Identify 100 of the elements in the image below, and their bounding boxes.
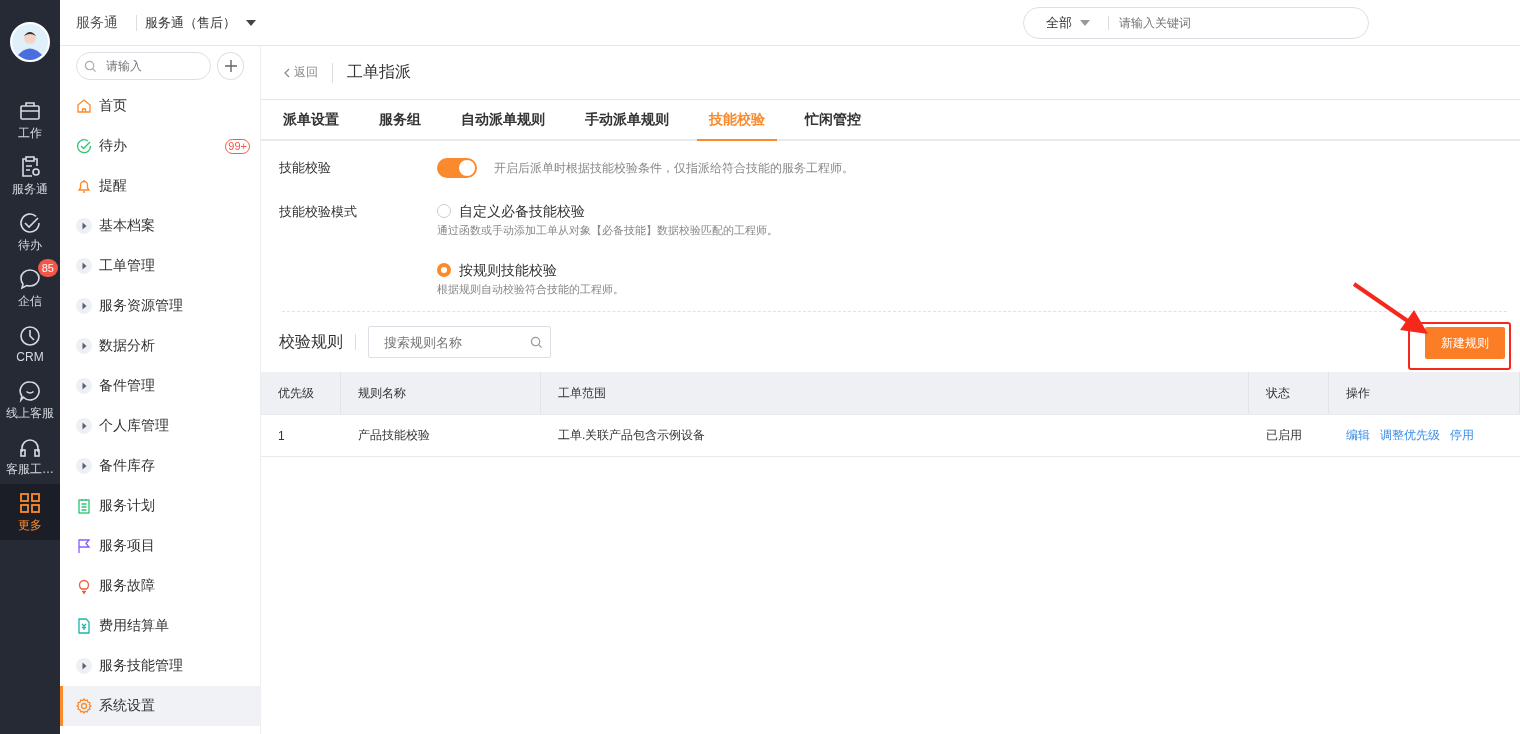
chevron-left-icon: [284, 67, 290, 78]
search-icon: [84, 60, 97, 73]
option-description: 根据规则自动校验符合技能的工程师。: [437, 282, 625, 297]
menu-label: 服务故障: [99, 577, 155, 595]
home-icon: [76, 98, 92, 114]
column-header: 规则名称: [341, 372, 541, 414]
rail-label: 更多: [18, 516, 42, 534]
checklist-icon: [76, 498, 92, 514]
field-label: 技能校验: [279, 159, 332, 177]
app-title: 服务通: [76, 13, 118, 32]
menu-item[interactable]: 数据分析: [60, 326, 260, 366]
rail-item[interactable]: 工作: [0, 92, 60, 148]
column-header: 优先级: [261, 372, 341, 414]
table-cell-text: 已启用: [1265, 427, 1303, 444]
option-label: 自定义必备技能校验: [459, 202, 585, 221]
rail-label: 企信: [18, 292, 42, 310]
count-badge: 99+: [225, 138, 250, 154]
clock-icon: [18, 324, 42, 348]
action-link[interactable]: 调整优先级: [1380, 427, 1440, 444]
rail-label: 客服工…: [6, 460, 54, 478]
menu-label: 服务计划: [99, 497, 155, 515]
rail-item[interactable]: 服务通: [0, 148, 60, 204]
scope-dropdown[interactable]: 全部: [1046, 13, 1090, 32]
flag-icon: [76, 538, 92, 554]
menu-label: 工单管理: [99, 257, 155, 275]
menu-item[interactable]: 备件管理: [60, 366, 260, 406]
check-circle-icon: [76, 138, 92, 154]
option-label: 按规则技能校验: [459, 261, 557, 280]
table-cell-text: 工单.关联产品包含示例设备: [557, 427, 707, 444]
add-button[interactable]: [217, 52, 244, 80]
menu-label: 数据分析: [99, 337, 155, 355]
rule-search-field[interactable]: 搜索规则名称: [368, 326, 551, 358]
lightbulb-icon: [76, 578, 92, 594]
receipt-icon: [76, 618, 92, 634]
menu-item[interactable]: 服务技能管理: [60, 646, 260, 686]
page-title: 工单指派: [347, 62, 411, 82]
menu-item[interactable]: 首页: [60, 86, 260, 126]
menu-search-field[interactable]: 请输入: [76, 52, 211, 80]
table-cell-text: 产品技能校验: [357, 427, 431, 444]
chat-bubble-icon: [18, 266, 42, 291]
menu-item[interactable]: 提醒: [60, 166, 260, 206]
menu-item[interactable]: 个人库管理: [60, 406, 260, 446]
grid-icon: [18, 490, 42, 515]
menu-item[interactable]: 基本档案: [60, 206, 260, 246]
tab[interactable]: 手动派单规则: [573, 100, 681, 141]
bell-icon: [76, 178, 92, 194]
menu-item[interactable]: 系统设置: [60, 686, 260, 726]
option-description: 通过函数或手动添加工单从对象【必备技能】数据校验匹配的工程师。: [437, 223, 778, 238]
column-header: 工单范围: [541, 372, 1249, 414]
rail-item[interactable]: 客服工…: [0, 428, 60, 484]
menu-label: 待办: [99, 137, 127, 155]
rail-item[interactable]: 线上客服: [0, 372, 60, 428]
table-cell-text: 1: [277, 427, 286, 445]
menu-label: 提醒: [99, 177, 127, 195]
rail-item[interactable]: 更多: [0, 484, 60, 540]
menu-label: 服务资源管理: [99, 297, 183, 315]
tab[interactable]: 服务组: [367, 100, 433, 141]
unread-count-badge: 85: [37, 258, 58, 277]
caret-icon: [1080, 19, 1090, 26]
rail-item[interactable]: CRM: [0, 316, 60, 372]
menu-label: 备件库存: [99, 457, 155, 475]
radio-button[interactable]: [437, 263, 451, 277]
menu-item[interactable]: 服务项目: [60, 526, 260, 566]
menu-item[interactable]: 工单管理: [60, 246, 260, 286]
action-link[interactable]: 停用: [1450, 427, 1474, 444]
app-switch-dropdown[interactable]: 服务通（售后）: [145, 13, 256, 32]
rail-item[interactable]: 85 企信: [0, 260, 60, 316]
rail-label: 工作: [18, 124, 42, 142]
menu-item[interactable]: 服务计划: [60, 486, 260, 526]
plus-icon: [223, 59, 238, 73]
rail-label: 线上客服: [6, 404, 54, 422]
menu-label: 系统设置: [99, 697, 155, 715]
menu-label: 备件管理: [99, 377, 155, 395]
menu-item[interactable]: 备件库存: [60, 446, 260, 486]
menu-label: 服务技能管理: [99, 657, 183, 675]
settings-icon: [76, 698, 92, 714]
menu-item[interactable]: 待办 99+: [60, 126, 260, 166]
rail-label: 服务通: [12, 180, 48, 198]
menu-label: 费用结算单: [99, 617, 169, 635]
back-link[interactable]: 返回: [284, 64, 318, 81]
menu-item[interactable]: 费用结算单: [60, 606, 260, 646]
tab[interactable]: 自动派单规则: [449, 100, 557, 141]
avatar-icon[interactable]: [10, 22, 50, 62]
search-icon: [530, 336, 543, 349]
menu-label: 首页: [99, 97, 127, 115]
rail-item[interactable]: 待办: [0, 204, 60, 260]
caret-icon: [246, 19, 256, 26]
tab[interactable]: 派单设置: [271, 100, 351, 141]
menu-label: 个人库管理: [99, 417, 169, 435]
menu-item[interactable]: 服务故障: [60, 566, 260, 606]
menu-item[interactable]: 服务资源管理: [60, 286, 260, 326]
menu-label: 基本档案: [99, 217, 155, 235]
action-link[interactable]: 编辑: [1346, 427, 1370, 444]
hint-text: 开启后派单时根据技能校验条件，仅指派给符合技能的服务工程师。: [494, 159, 854, 177]
section-title: 校验规则: [279, 331, 343, 352]
tab[interactable]: 忙闲管控: [793, 100, 873, 141]
rail-label: 待办: [18, 236, 42, 254]
toggle-switch[interactable]: [437, 158, 477, 178]
column-header: 状态: [1249, 372, 1329, 414]
rail-label: CRM: [16, 350, 44, 364]
